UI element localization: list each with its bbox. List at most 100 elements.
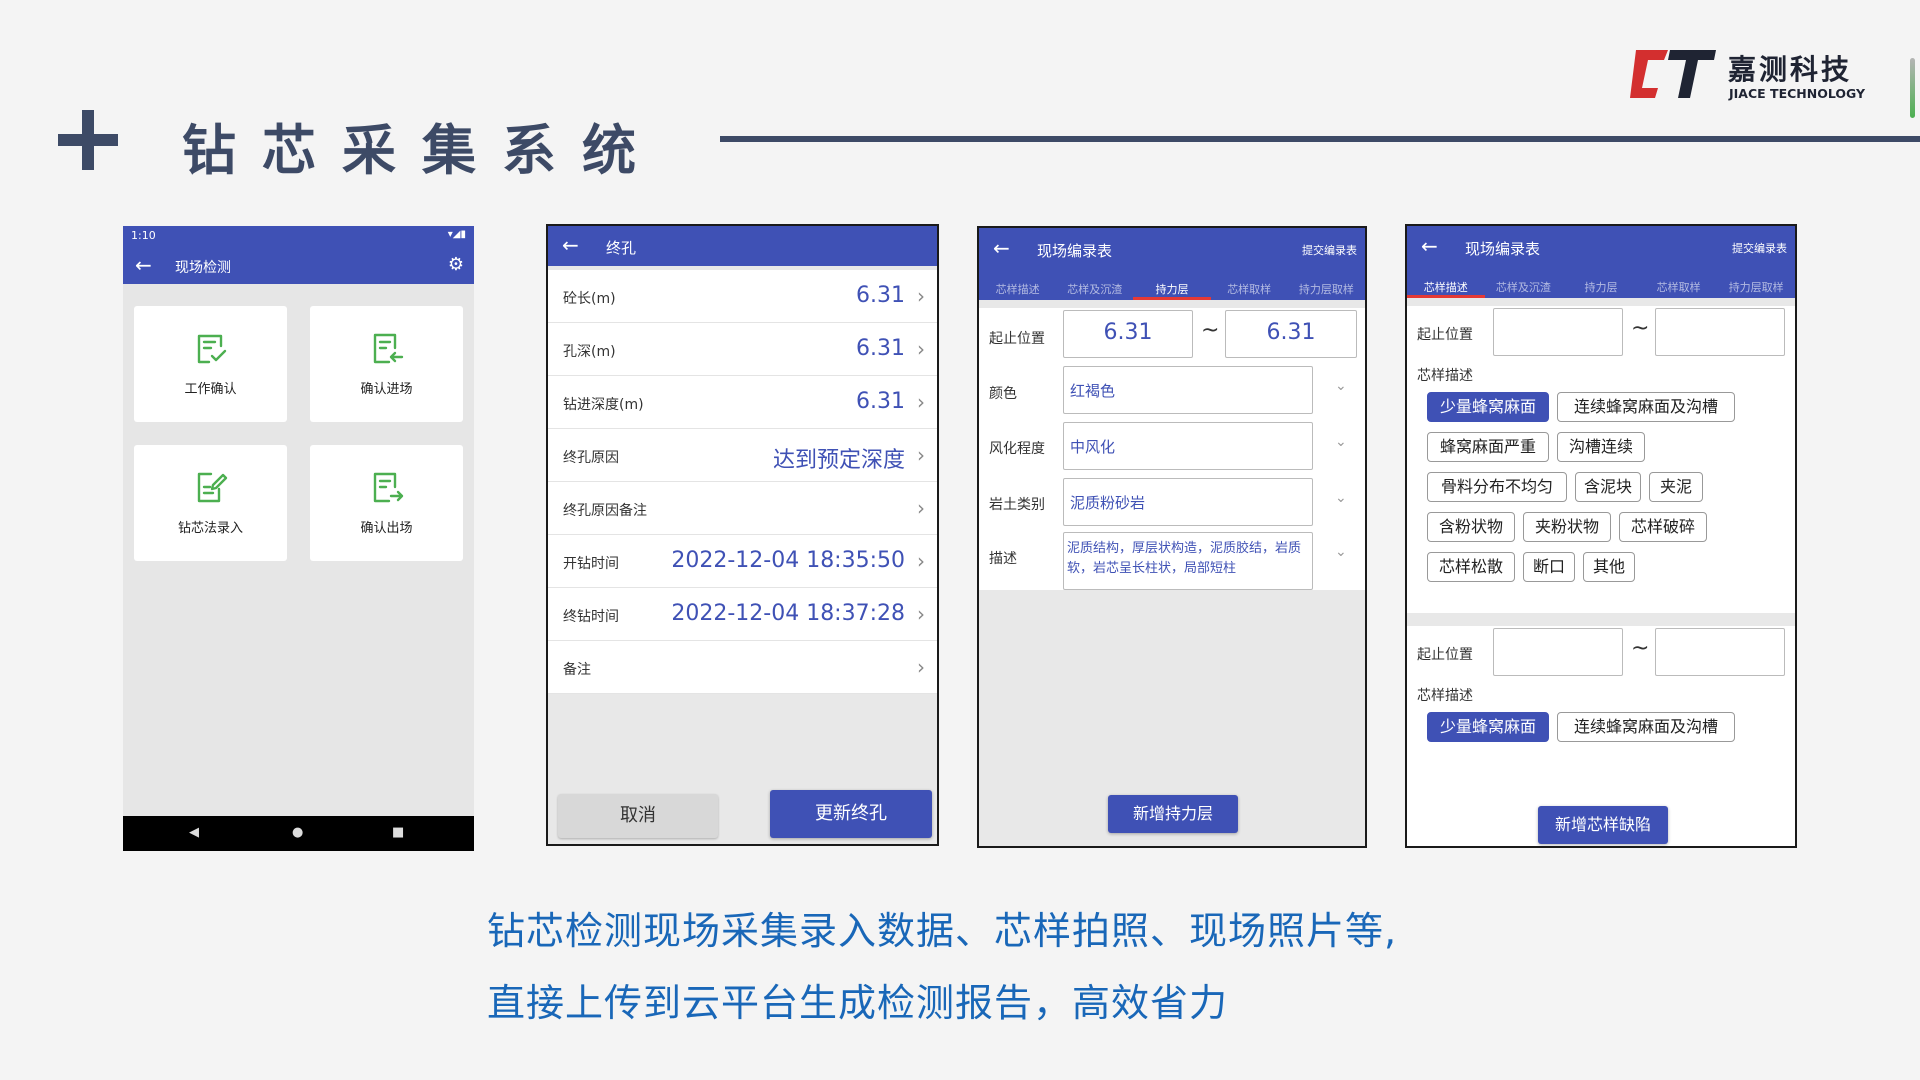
rock-type-select[interactable]: 泥质粉砂岩 [1063, 478, 1313, 526]
back-arrow-icon[interactable]: ← [1421, 236, 1438, 256]
form-row-remarks[interactable]: 备注 › [548, 641, 937, 694]
defect-chip[interactable]: 沟槽连续 [1557, 432, 1645, 462]
range-from-value: 6.31 [1103, 320, 1153, 345]
form-row-final-reason[interactable]: 终孔原因 达到预定深度 › [548, 429, 937, 482]
defect-chip[interactable]: 连续蜂窝麻面及沟槽 [1557, 712, 1735, 742]
gear-icon[interactable]: ⚙ [448, 254, 464, 275]
range-to-input[interactable]: 6.31 [1225, 310, 1357, 358]
tab-core-description[interactable]: 芯样描述 [979, 281, 1056, 297]
chevron-right-icon: › [917, 337, 925, 361]
add-bearing-layer-button[interactable]: 新增持力层 [1108, 795, 1238, 833]
active-tab-indicator [1407, 295, 1485, 298]
weathering-value: 中风化 [1070, 438, 1116, 456]
tab-bearing-sampling[interactable]: 持力层取样 [1288, 281, 1365, 297]
chevron-right-icon: › [917, 496, 925, 520]
tab-core-sediment[interactable]: 芯样及沉渣 [1056, 281, 1133, 297]
chevron-down-icon[interactable]: ⌄ [1335, 434, 1347, 450]
status-time: 1:10 [131, 229, 156, 242]
defect-chip[interactable]: 连续蜂窝麻面及沟槽 [1557, 392, 1735, 422]
range-from-input[interactable]: 6.31 [1063, 310, 1193, 358]
back-arrow-icon[interactable]: ← [135, 255, 152, 275]
signal-battery-icon: ▾◢▮ [447, 229, 466, 240]
tab-bar: 芯样描述 芯样及沉渣 持力层 芯样取样 持力层取样 [979, 278, 1365, 300]
form-row-hole-depth[interactable]: 孔深(m) 6.31 › [548, 323, 937, 376]
check-document-icon [197, 334, 227, 364]
row-value: 2022-12-04 18:37:28 [671, 601, 905, 626]
tab-core-description[interactable]: 芯样描述 [1407, 279, 1485, 295]
core-defect-card-1: 起止位置 ~ 芯样描述 少量蜂窝麻面 连续蜂窝麻面及沟槽 蜂窝麻面严重 沟槽连续… [1407, 306, 1795, 613]
form-row-start-time[interactable]: 开钻时间 2022-12-04 18:35:50 › [548, 535, 937, 588]
active-tab-indicator [1133, 297, 1211, 300]
defect-chip[interactable]: 夹粉状物 [1523, 512, 1611, 542]
defect-chip[interactable]: 其他 [1583, 552, 1635, 582]
defect-chip[interactable]: 少量蜂窝麻面 [1427, 712, 1549, 742]
tile-work-confirm[interactable]: 工作确认 [134, 306, 287, 422]
tile-confirm-exit[interactable]: 确认出场 [310, 445, 463, 561]
submit-log-button[interactable]: 提交编录表 [1732, 240, 1787, 256]
update-final-hole-button[interactable]: 更新终孔 [770, 790, 932, 838]
defect-chip[interactable]: 芯样破碎 [1619, 512, 1707, 542]
field-label-weathering: 风化程度 [989, 441, 1045, 457]
form-row-concrete-length[interactable]: 砼长(m) 6.31 › [548, 270, 937, 323]
range-from-input[interactable] [1493, 308, 1623, 356]
phone-screen-core-description: ← 现场编录表 提交编录表 芯样描述 芯样及沉渣 持力层 芯样取样 持力层取样 … [1405, 224, 1797, 848]
description-value: 泥质结构，厚层状构造，泥质胶结，岩质软，岩芯呈长柱状，局部短柱 [1067, 541, 1302, 576]
defect-chip[interactable]: 断口 [1523, 552, 1575, 582]
row-label: 钻进深度(m) [563, 397, 644, 413]
defect-chip[interactable]: 夹泥 [1649, 472, 1703, 502]
form-row-final-reason-note[interactable]: 终孔原因备注 › [548, 482, 937, 535]
row-value: 达到预定深度 [772, 448, 905, 473]
row-value: 6.31 [856, 389, 905, 414]
nav-back-icon[interactable]: ◀ [189, 825, 199, 840]
weathering-select[interactable]: 中风化 [1063, 422, 1313, 470]
color-select[interactable]: 红褐色 [1063, 366, 1313, 414]
defect-chip[interactable]: 少量蜂窝麻面 [1427, 392, 1549, 422]
chevron-right-icon: › [917, 655, 925, 679]
cancel-button[interactable]: 取消 [558, 794, 718, 838]
chevron-down-icon[interactable]: ⌄ [1335, 544, 1347, 560]
nav-home-icon[interactable]: ● [292, 825, 303, 840]
field-label-color: 颜色 [989, 386, 1017, 402]
tab-core-sampling[interactable]: 芯样取样 [1640, 279, 1718, 295]
range-from-input[interactable] [1493, 628, 1623, 676]
tile-confirm-entry[interactable]: 确认进场 [310, 306, 463, 422]
defect-chip[interactable]: 含泥块 [1575, 472, 1641, 502]
app-bar: ← 现场编录表 提交编录表 [1407, 226, 1795, 280]
tile-core-drilling-entry[interactable]: 钻芯法录入 [134, 445, 287, 561]
range-separator: ~ [1631, 316, 1650, 341]
range-to-value: 6.31 [1266, 320, 1316, 345]
tab-core-sediment[interactable]: 芯样及沉渣 [1485, 279, 1563, 295]
tab-bearing-layer[interactable]: 持力层 [1562, 279, 1640, 295]
range-label: 起止位置 [1417, 647, 1473, 663]
tab-core-sampling[interactable]: 芯样取样 [1211, 281, 1288, 297]
range-label: 起止位置 [989, 331, 1045, 347]
back-arrow-icon[interactable]: ← [993, 238, 1010, 258]
chevron-right-icon: › [917, 443, 925, 467]
defect-chip[interactable]: 骨料分布不均匀 [1427, 472, 1567, 502]
defect-chip[interactable]: 蜂窝麻面严重 [1427, 432, 1549, 462]
range-to-input[interactable] [1655, 308, 1785, 356]
row-value: 6.31 [856, 336, 905, 361]
tab-bearing-layer[interactable]: 持力层 [1133, 281, 1210, 297]
status-bar: 1:10 ▾◢▮ [123, 226, 474, 246]
back-arrow-icon[interactable]: ← [562, 235, 579, 255]
row-label: 终孔原因 [563, 450, 619, 466]
phone-screen-field-inspection: 1:10 ▾◢▮ ← 现场检测 ⚙ 工作确认 确认进场 钻芯法录入 确认出场 ◀… [123, 226, 474, 851]
chevron-down-icon[interactable]: ⌄ [1335, 378, 1347, 394]
nav-recents-icon[interactable]: ■ [392, 825, 404, 840]
form-row-drilling-depth[interactable]: 钻进深度(m) 6.31 › [548, 376, 937, 429]
add-core-defect-button[interactable]: 新增芯样缺陷 [1538, 806, 1668, 844]
logo-english-name: JIACE TECHNOLOGY [1729, 86, 1866, 101]
defect-chip[interactable]: 含粉状物 [1427, 512, 1515, 542]
submit-log-button[interactable]: 提交编录表 [1302, 242, 1357, 258]
screen-title: 现场检测 [175, 260, 231, 276]
phone-screen-bearing-layer: ← 现场编录表 提交编录表 芯样描述 芯样及沉渣 持力层 芯样取样 持力层取样 … [977, 226, 1367, 848]
description-input[interactable]: 泥质结构，厚层状构造，泥质胶结，岩质软，岩芯呈长柱状，局部短柱 [1063, 532, 1313, 590]
form-row-end-time[interactable]: 终钻时间 2022-12-04 18:37:28 › [548, 588, 937, 641]
range-to-input[interactable] [1655, 628, 1785, 676]
chevron-down-icon[interactable]: ⌄ [1335, 490, 1347, 506]
row-label: 终孔原因备注 [563, 503, 647, 519]
tab-bearing-sampling[interactable]: 持力层取样 [1717, 279, 1795, 295]
tile-label: 工作确认 [184, 382, 237, 397]
defect-chip[interactable]: 芯样松散 [1427, 552, 1515, 582]
